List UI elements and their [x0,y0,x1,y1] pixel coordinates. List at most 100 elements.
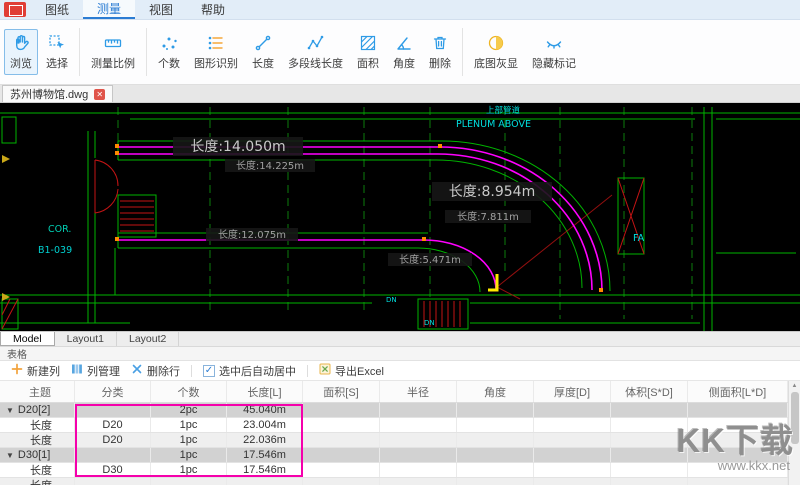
measurement-label[interactable]: 长度:8.954m [432,182,552,201]
cell-side-area [688,418,788,432]
cell-count: 1pc [151,418,227,432]
length-button[interactable]: 长度 [246,29,280,75]
menu-tab-label: 帮助 [201,1,225,18]
menu-tab-measure[interactable]: 测量 [83,0,135,19]
new-column-button[interactable]: 新建列 [8,363,63,379]
scrollbar-thumb[interactable] [791,392,799,444]
polyline-length-button[interactable]: 多段线长度 [282,29,349,75]
toolbar-separator [146,28,147,76]
cell-length [227,478,303,485]
dim-background-icon [486,33,506,53]
cell-volume [611,433,688,447]
column-header[interactable]: 角度 [457,381,534,402]
cell-category [75,448,151,462]
closed-eye-icon [544,33,564,53]
measure-scale-button[interactable]: 测量比例 [85,29,141,75]
menu-tab-help[interactable]: 帮助 [187,0,239,19]
cad-canvas[interactable]: 上部管道 PLENUM ABOVE COR. B1-039 FA DN DN 长… [0,103,800,331]
column-header[interactable]: 面积[S] [303,381,380,402]
canvas-label-plenum: PLENUM ABOVE [456,119,531,130]
app-logo-icon[interactable] [4,2,26,17]
cell-length: 45.040m [227,403,303,417]
delete-button[interactable]: 删除 [423,29,457,75]
cell-topic: 长度 [0,478,75,485]
export-excel-button[interactable]: 导出Excel [316,363,387,379]
column-header[interactable]: 半径 [380,381,457,402]
column-header[interactable]: 个数 [151,381,227,402]
tab-layout1[interactable]: Layout1 [55,332,117,346]
measurement-label[interactable]: 长度:14.225m [225,159,315,172]
column-header[interactable]: 长度[L] [227,381,303,402]
table-panel-header[interactable]: 表格 [0,347,800,361]
table-row[interactable]: 长度 [0,478,788,485]
menu-tab-view[interactable]: 视图 [135,0,187,19]
select-button[interactable]: 选择 [40,29,74,75]
delete-row-button[interactable]: 删除行 [128,363,183,379]
toolbar-item-label: 选择 [46,55,68,71]
table-row[interactable]: 长度 D30 1pc 17.546m [0,463,788,478]
column-header[interactable]: 厚度[D] [534,381,611,402]
expand-icon[interactable]: ▼ [6,451,14,460]
measurement-label[interactable]: 长度:5.471m [388,253,472,266]
cell-thickness [534,448,611,462]
count-button[interactable]: 个数 [152,29,186,75]
tab-layout2[interactable]: Layout2 [117,332,179,346]
hide-marks-button[interactable]: 隐藏标记 [526,29,582,75]
document-tab[interactable]: 苏州博物馆.dwg ✕ [2,85,113,102]
column-manage-button[interactable]: 列管理 [68,363,123,379]
table-group-row[interactable]: ▼D30[1] 1pc 17.546m [0,448,788,463]
toolbar-item-label: 角度 [393,55,415,71]
cell-area [303,433,380,447]
cell-thickness [534,463,611,477]
auto-center-option[interactable]: ✓ 选中后自动居中 [200,363,299,379]
tab-model[interactable]: Model [0,332,55,346]
cell-length: 22.036m [227,433,303,447]
area-button[interactable]: 面积 [351,29,385,75]
svg-text:长度:12.075m: 长度:12.075m [218,228,286,241]
angle-button[interactable]: 角度 [387,29,421,75]
svg-text:长度:14.050m: 长度:14.050m [190,139,285,155]
cad-drawing[interactable]: 上部管道 PLENUM ABOVE COR. B1-039 FA DN DN 长… [0,103,800,331]
cell-thickness [534,433,611,447]
close-icon[interactable]: ✕ [94,89,105,100]
scroll-up-icon[interactable]: ▲ [792,381,798,391]
table-scrollbar[interactable]: ▲ [788,381,800,485]
measurement-label[interactable]: 长度:12.075m [206,228,298,241]
cell-angle [457,433,534,447]
cell-topic: 长度 [0,463,75,477]
cell-topic: 长度 [0,418,75,432]
cell-topic: ▼D20[2] [0,403,75,417]
toolbar-separator [79,28,80,76]
canvas-label-pipe: 上部管道 [486,105,521,116]
menu-bar: 图纸 测量 视图 帮助 [0,0,800,20]
cell-volume [611,463,688,477]
measurement-label[interactable]: 长度:7.811m [445,210,531,223]
cell-angle [457,418,534,432]
table-header-row: 主题 分类 个数 长度[L] 面积[S] 半径 角度 厚度[D] 体积[S*D]… [0,381,788,403]
menu-tab-label: 视图 [149,1,173,18]
toolbar-separator [462,28,463,76]
area-icon [358,33,378,53]
table-row[interactable]: 长度 D20 1pc 22.036m [0,433,788,448]
table-toolbar: 新建列 列管理 删除行 ✓ 选中后自动居中 导出Excel [0,361,800,381]
dim-background-button[interactable]: 底图灰显 [468,29,524,75]
measurement-label[interactable]: 长度:14.050m [173,137,303,156]
button-label: 删除行 [147,363,180,379]
table-row[interactable]: 长度 D20 1pc 23.004m [0,418,788,433]
expand-icon[interactable]: ▼ [6,406,14,415]
cell-thickness [534,418,611,432]
menu-tab-drawing[interactable]: 图纸 [31,0,83,19]
table-group-row[interactable]: ▼D20[2] 2pc 45.040m [0,403,788,418]
column-header[interactable]: 主题 [0,381,75,402]
auto-center-checkbox[interactable]: ✓ [203,365,215,377]
browse-button[interactable]: 浏览 [4,29,38,75]
column-header[interactable]: 侧面积[L*D] [688,381,788,402]
column-header[interactable]: 体积[S*D] [611,381,688,402]
column-header[interactable]: 分类 [75,381,151,402]
hand-icon [11,33,31,53]
layout-tab-label: Layout2 [129,333,166,345]
cell-area [303,463,380,477]
cell-thickness [534,478,611,485]
shape-recognize-button[interactable]: 图形识别 [188,29,244,75]
layout-tab-label: Model [13,333,42,345]
